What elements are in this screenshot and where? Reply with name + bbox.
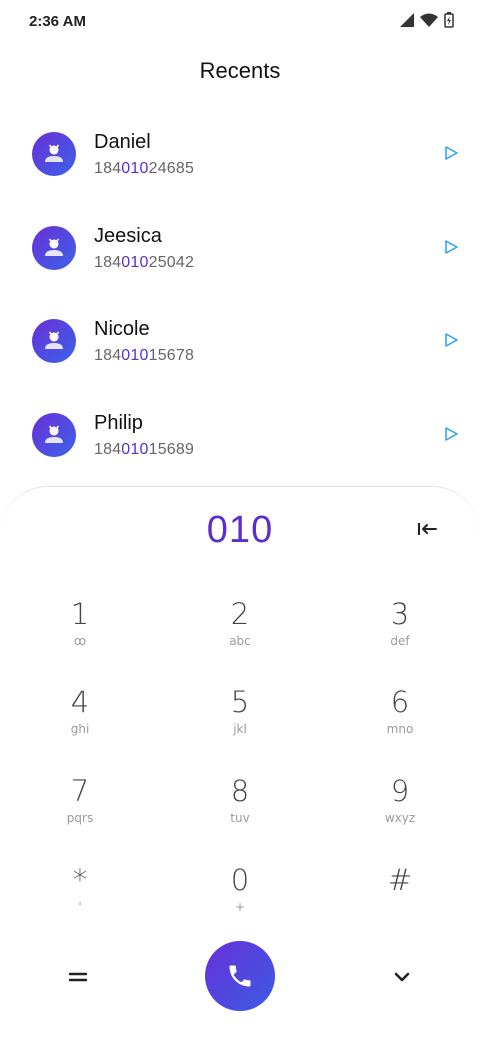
signal-icon — [400, 13, 414, 32]
dialpad-sheet: 010 1 ꝏ 2 abc 3 def 4 ghi 5 jkl 6 mno 7 … — [0, 486, 480, 1040]
dial-key-5[interactable]: 5 jkl — [180, 685, 300, 765]
outgoing-call-arrow-icon[interactable] — [444, 333, 458, 352]
dialpad-bottom-bar — [0, 939, 480, 1019]
contact-name: Philip — [94, 411, 143, 434]
voicemail-icon: ꝏ — [73, 634, 87, 648]
dial-key-3[interactable]: 3 def — [340, 597, 460, 677]
menu-icon[interactable] — [62, 961, 94, 993]
contact-name: Jeesica — [94, 224, 162, 247]
contact-avatar-icon — [32, 412, 76, 457]
recent-row[interactable]: Jeesica 18401025042 — [0, 200, 480, 294]
backspace-icon[interactable] — [416, 517, 440, 541]
wifi-icon — [420, 13, 438, 32]
contact-number: 18401024685 — [94, 160, 195, 177]
contact-name: Nicole — [94, 318, 150, 340]
status-icons — [400, 12, 454, 33]
dial-key-9[interactable]: 9 wxyz — [340, 774, 460, 854]
dial-key-1[interactable]: 1 ꝏ — [20, 597, 140, 677]
recent-row[interactable]: Nicole 18401015678 — [0, 293, 480, 387]
recents-list: Daniel 18401024685 Jeesica 18401025042 N… — [0, 106, 480, 480]
dial-key-hash[interactable]: # — [340, 863, 460, 943]
dial-key-4[interactable]: 4 ghi — [20, 685, 140, 765]
status-bar: 2:36 AM — [0, 0, 480, 44]
dial-key-8[interactable]: 8 tuv — [180, 774, 300, 854]
contact-avatar-icon — [32, 132, 76, 176]
page-title: Recents — [199, 58, 281, 83]
chevron-down-icon[interactable] — [388, 963, 416, 991]
contact-avatar-icon — [32, 319, 76, 363]
recent-row[interactable]: Philip 18401015689 — [0, 387, 480, 481]
outgoing-call-arrow-icon[interactable] — [444, 239, 458, 259]
dial-key-star[interactable]: * ' — [20, 863, 140, 943]
recent-row[interactable]: Daniel 18401024685 — [0, 106, 480, 200]
contact-number: 18401025042 — [94, 253, 195, 271]
outgoing-call-arrow-icon[interactable] — [444, 426, 458, 446]
dial-key-2[interactable]: 2 abc — [180, 597, 300, 677]
dial-key-0[interactable]: 0 + — [180, 863, 300, 943]
call-button[interactable] — [205, 941, 275, 1011]
contact-number: 18401015678 — [94, 347, 195, 364]
contact-number: 18401015689 — [94, 440, 195, 458]
outgoing-call-arrow-icon[interactable] — [444, 146, 458, 165]
dial-key-6[interactable]: 6 mno — [340, 685, 460, 765]
battery-icon — [444, 12, 454, 33]
dial-key-7[interactable]: 7 pqrs — [20, 774, 140, 854]
status-time: 2:36 AM — [29, 13, 86, 30]
contact-name: Daniel — [94, 131, 151, 153]
dialed-number-input[interactable]: 010 — [0, 509, 480, 552]
phone-icon — [229, 965, 251, 987]
contact-avatar-icon — [32, 225, 76, 270]
